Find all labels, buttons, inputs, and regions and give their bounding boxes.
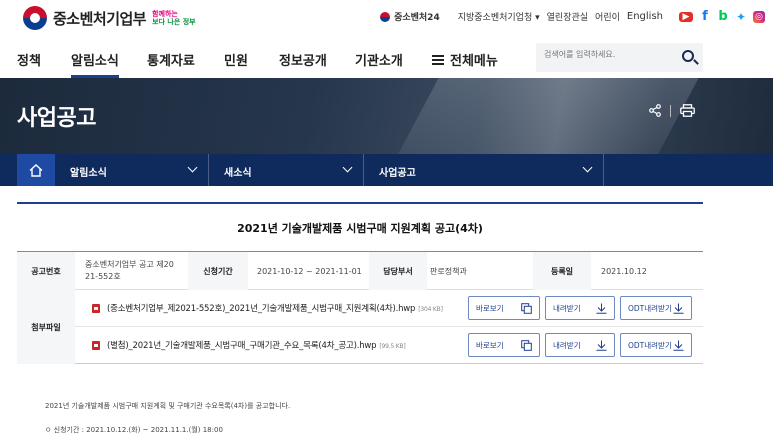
global-navigation: 정책 알림소식 통계자료 민원 정보공개 기관소개 전체메뉴	[0, 40, 773, 78]
download-button[interactable]: 내려받기	[545, 296, 615, 320]
search-box	[536, 43, 703, 72]
chevron-down-icon	[342, 162, 353, 173]
hwp-file-icon	[92, 304, 100, 313]
location-depth2[interactable]: 새소식	[209, 154, 364, 186]
download-button-label: 내려받기	[553, 340, 581, 350]
page-title: 사업공고	[17, 106, 96, 131]
post-top-border	[17, 202, 703, 204]
all-menu-label: 전체메뉴	[450, 54, 498, 69]
download-icon	[596, 340, 607, 351]
download-button-label: 내려받기	[553, 303, 581, 313]
chevron-down-icon	[187, 162, 198, 173]
number-value-line1: 중소벤처기업부 공고 제20	[85, 260, 174, 269]
search-input[interactable]	[544, 50, 674, 59]
attachments-row: 첨부파일 (중소벤처기업부_제2021-552호)_2021년_기술개발제품_시…	[17, 290, 703, 364]
logo-slogan: 함께하는 보다 나은 정부	[152, 10, 198, 26]
all-menu-button[interactable]: 전체메뉴	[432, 50, 498, 69]
period-value: 2021-10-12 ~ 2021-11-01	[257, 266, 362, 276]
attachment-file-size: [99.5 KB]	[379, 343, 406, 350]
twitter-icon[interactable]: ✦	[735, 10, 747, 24]
logo-slogan-bottom: 보다 나은 정부	[152, 18, 196, 26]
period-label: 신청기간	[188, 252, 248, 290]
attachment-item: (별첨)_2021년_기술개발제품_시범구매_구매기관_수요_목록(4차_공고)…	[75, 327, 703, 364]
download-icon	[673, 340, 684, 351]
download-icon	[596, 303, 607, 314]
number-value: 중소벤처기업부 공고 제20 21-552호	[85, 252, 185, 290]
gnb-item-disclosure[interactable]: 정보공개	[279, 50, 327, 69]
open-office-link[interactable]: 열린장관실	[547, 10, 588, 23]
department-label: 담당부서	[369, 252, 427, 290]
share-icon[interactable]	[649, 104, 661, 117]
logo-text: 중소벤처기업부	[53, 9, 147, 28]
regional-agency-link[interactable]: 지방중소벤처기업청 ▾	[458, 10, 540, 23]
search-icon[interactable]	[682, 50, 694, 62]
location-depth2-label: 새소식	[224, 168, 252, 179]
attachment-file-name: (별첨)_2021년_기술개발제품_시범구매_구매기관_수요_목록(4차_공고)…	[107, 341, 377, 351]
post-title: 2021년 기술개발제품 시범구매 지원계획 공고(4차)	[237, 222, 483, 235]
odt-download-button[interactable]: ODT내려받기	[620, 296, 692, 320]
attachment-file-name: (중소벤처기업부_제2021-552호)_2021년_기술개발제품_시범구매_지…	[107, 304, 416, 314]
site24-label: 중소벤처24	[394, 13, 440, 23]
location-depth1-label: 알림소식	[70, 168, 107, 179]
kids-link[interactable]: 어린이	[595, 10, 620, 23]
post-meta-row: 공고번호 중소벤처기업부 공고 제20 21-552호 신청기간 2021-10…	[17, 252, 703, 290]
hwp-file-icon	[92, 341, 100, 350]
copy-icon	[521, 340, 532, 351]
attachment-file-size: [304 KB]	[418, 306, 443, 313]
post-info-table: 공고번호 중소벤처기업부 공고 제20 21-552호 신청기간 2021-10…	[17, 251, 703, 364]
attachment-item: (중소벤처기업부_제2021-552호)_2021년_기술개발제품_시범구매_지…	[75, 290, 703, 327]
location-depth3-label: 사업공고	[379, 168, 416, 179]
regional-agency-label: 지방중소벤처기업청	[457, 13, 533, 23]
download-button[interactable]: 내려받기	[545, 333, 615, 357]
site-logo[interactable]: 중소벤처기업부 함께하는 보다 나은 정부	[23, 6, 198, 30]
copy-icon	[521, 303, 532, 314]
gnb-item-about[interactable]: 기관소개	[355, 50, 403, 69]
logo-slogan-top: 함께하는	[152, 10, 178, 18]
view-button-label: 바로보기	[476, 340, 504, 350]
hamburger-icon	[432, 54, 444, 65]
view-button[interactable]: 바로보기	[468, 296, 540, 320]
site24-emblem-icon	[380, 11, 391, 22]
instagram-icon[interactable]: ◎	[753, 10, 765, 23]
view-button[interactable]: 바로보기	[468, 333, 540, 357]
home-icon	[29, 163, 43, 177]
facebook-icon[interactable]: f	[699, 9, 711, 24]
gnb-item-statistics[interactable]: 통계자료	[147, 50, 195, 69]
hero-tools	[649, 104, 695, 117]
location-bar: 알림소식 새소식 사업공고	[0, 154, 773, 186]
registered-value: 2021.10.12	[601, 266, 647, 276]
location-depth1[interactable]: 알림소식	[55, 154, 209, 186]
blog-icon[interactable]: b	[717, 9, 729, 24]
attachment-file-link[interactable]: (중소벤처기업부_제2021-552호)_2021년_기술개발제품_시범구매_지…	[107, 302, 443, 314]
home-button[interactable]	[17, 154, 55, 186]
view-button-label: 바로보기	[476, 303, 504, 313]
gnb-item-civil[interactable]: 민원	[224, 50, 248, 69]
youtube-icon[interactable]: ▶	[679, 11, 693, 22]
chevron-down-icon	[582, 162, 593, 173]
attachment-file-link[interactable]: (별첨)_2021년_기술개발제품_시범구매_구매기관_수요_목록(4차_공고)…	[107, 339, 406, 351]
post-body-text: 2021년 기술개발제품 시범구매 지원계획 및 구매기관 수요목록(4차)를 …	[45, 402, 291, 410]
utility-links: 중소벤처24 지방중소벤처기업청 ▾ 열린장관실 어린이 English ▶ f…	[380, 9, 765, 24]
registered-label: 등록일	[533, 252, 591, 290]
print-icon[interactable]	[680, 104, 695, 117]
post-apply-period: ㅇ 신청기간 : 2021.10.12.(화) ~ 2021.11.1.(월) …	[45, 426, 223, 434]
odt-download-button-label: ODT내려받기	[628, 340, 672, 350]
number-value-line2: 21-552호	[85, 272, 121, 281]
site24-link[interactable]: 중소벤처24	[380, 10, 440, 23]
page-hero-banner: 사업공고	[0, 78, 773, 154]
location-depth3[interactable]: 사업공고	[364, 154, 604, 186]
odt-download-button-label: ODT내려받기	[628, 303, 672, 313]
odt-download-button[interactable]: ODT내려받기	[620, 333, 692, 357]
english-link[interactable]: English	[627, 11, 663, 22]
top-utility-bar: 중소벤처기업부 함께하는 보다 나은 정부 중소벤처24 지방중소벤처기업청 ▾…	[0, 0, 773, 36]
download-icon	[673, 303, 684, 314]
gnb-item-news[interactable]: 알림소식	[71, 50, 119, 78]
attachments-label: 첨부파일	[17, 290, 75, 364]
government-emblem-icon	[23, 6, 47, 30]
number-label: 공고번호	[17, 252, 75, 290]
department-value: 판로정책과	[430, 266, 467, 276]
gnb-item-policy[interactable]: 정책	[17, 50, 41, 69]
hero-tool-divider	[670, 104, 671, 117]
